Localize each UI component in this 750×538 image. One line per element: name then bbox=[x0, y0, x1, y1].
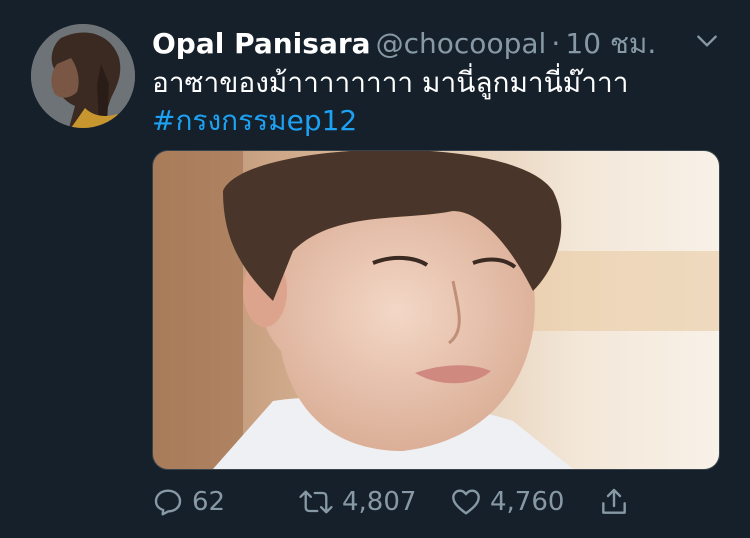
timestamp[interactable]: 10 ชม. bbox=[565, 27, 656, 60]
reply-count: 62 bbox=[192, 487, 226, 517]
chevron-down-icon[interactable] bbox=[694, 28, 720, 54]
media-image bbox=[153, 151, 719, 469]
hashtag-link[interactable]: #กรงกรรมep12 bbox=[152, 102, 628, 140]
reply-button[interactable]: 62 bbox=[152, 482, 225, 522]
separator-dot: · bbox=[551, 27, 561, 60]
tweet-header: Opal Panisara @chocoopal · 10 ชม. bbox=[152, 22, 730, 62]
tweet-actions: 62 4,807 4,760 bbox=[152, 482, 652, 522]
retweet-count: 4,807 bbox=[342, 487, 417, 517]
tweet-text-line: อาซาของม้าาาาาาาา มานี่ลูกมานี่ม๊าาา bbox=[152, 66, 629, 99]
avatar-image bbox=[31, 24, 135, 128]
retweet-button[interactable]: 4,807 bbox=[298, 482, 416, 522]
retweet-icon bbox=[299, 490, 333, 514]
share-icon bbox=[602, 488, 626, 514]
tweet-media[interactable] bbox=[152, 150, 720, 470]
like-button[interactable]: 4,760 bbox=[450, 482, 564, 522]
tweet-text: อาซาของม้าาาาาาาา มานี่ลูกมานี่ม๊าาา #กร… bbox=[152, 64, 628, 140]
reply-icon bbox=[154, 489, 182, 516]
like-count: 4,760 bbox=[490, 487, 565, 517]
display-name[interactable]: Opal Panisara bbox=[152, 27, 371, 60]
heart-icon bbox=[452, 489, 480, 515]
user-handle[interactable]: @chocoopal bbox=[376, 27, 547, 60]
share-button[interactable] bbox=[598, 482, 630, 522]
avatar[interactable] bbox=[31, 24, 135, 128]
